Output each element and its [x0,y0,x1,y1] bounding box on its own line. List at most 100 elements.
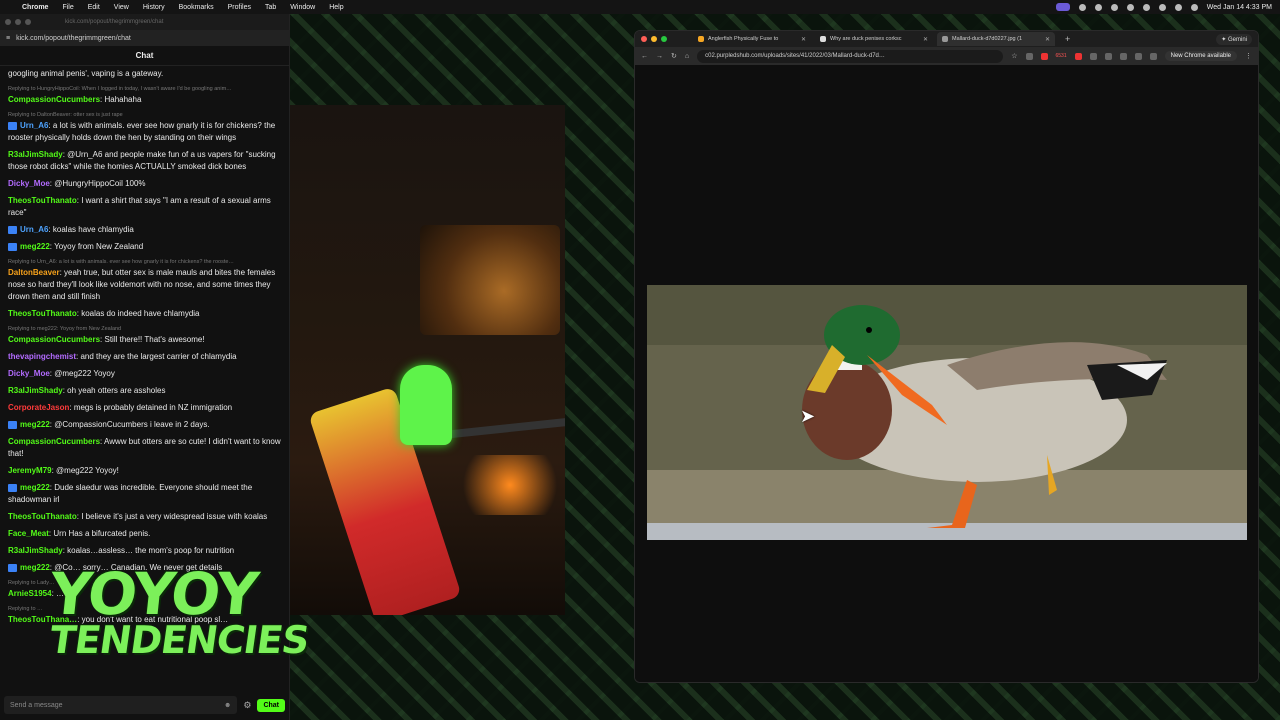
status-icon[interactable] [1094,3,1102,11]
send-chat-button[interactable]: Chat [257,698,285,712]
menubar-profiles[interactable]: Profiles [228,4,251,11]
extension-badge-icon[interactable] [1040,52,1048,60]
menubar-view[interactable]: View [114,4,129,11]
chat-username[interactable]: TheosTouThanato [8,512,77,521]
side-panel-icon[interactable] [1134,52,1142,60]
more-menu-icon[interactable]: ⋮ [1245,52,1252,60]
chat-username[interactable]: Urn_A6 [20,225,48,234]
menubar-app-name[interactable]: Chrome [22,4,48,11]
menubar-edit[interactable]: Edit [88,4,100,11]
chat-username[interactable]: JeremyM79 [8,466,52,475]
chat-message-text: megs is probably detained in NZ immigrat… [73,403,233,412]
chat-username[interactable]: R3alJimShady [8,150,63,159]
home-icon[interactable]: ⌂ [685,53,689,60]
profile-avatar[interactable] [1149,52,1157,60]
chat-message: TheosTouThanato: koalas do indeed have c… [8,308,281,320]
chat-message: CompassionCucumbers: Hahahaha [8,94,281,106]
chat-username[interactable]: CompassionCucumbers [8,437,100,446]
forward-icon[interactable]: → [656,53,663,60]
close-tab-icon[interactable]: ✕ [1045,36,1050,43]
extension-icon[interactable] [1074,52,1082,60]
menubar-clock[interactable]: Wed Jan 14 4:33 PM [1207,4,1272,11]
chat-username[interactable]: Dicky_Moe [8,179,50,188]
subscriber-badge-icon [8,225,17,234]
browser-tab[interactable]: Anglerfish Physically Fuse to ✕ [693,32,811,46]
chat-message: thevapingchemist: and they are the large… [8,351,281,363]
browser-toolbar: ← → ↻ ⌂ c02.purpledshub.com/uploads/site… [635,47,1258,65]
status-icon[interactable] [1110,3,1118,11]
extension-icon[interactable] [1025,52,1033,60]
chat-username[interactable]: meg222 [20,563,50,572]
menubar-help[interactable]: Help [329,4,343,11]
extension-icon[interactable] [1089,52,1097,60]
zoom-window-button[interactable] [25,19,31,25]
chat-username[interactable]: CompassionCucumbers [8,335,100,344]
chat-username[interactable]: meg222 [20,242,50,251]
menubar-window[interactable]: Window [290,4,315,11]
emoji-icon[interactable]: ☻ [224,702,231,709]
chat-message-input[interactable]: Send a message ☻ [4,696,238,714]
status-app-icon[interactable] [1055,3,1070,11]
gear-icon[interactable]: ⚙ [243,700,251,711]
search-icon[interactable] [1174,3,1182,11]
menubar-history[interactable]: History [143,4,165,11]
gemini-button[interactable]: ✦ Gemini [1216,33,1252,45]
chat-username[interactable]: TheosTouThanato [8,196,77,205]
subscriber-badge-icon [8,420,17,429]
status-icon[interactable] [1126,3,1134,11]
control-center-icon[interactable] [1190,3,1198,11]
bookmark-star-icon[interactable]: ☆ [1011,52,1017,60]
chat-username[interactable]: R3alJimShady [8,386,63,395]
chat-username[interactable]: meg222 [20,420,50,429]
puzzle-icon[interactable] [1104,52,1112,60]
update-chrome-button[interactable]: New Chrome available [1164,51,1237,61]
mallard-duck-image[interactable] [647,285,1247,540]
chat-input-placeholder: Send a message [10,701,63,709]
chat-message: meg222: Yoyoy from New Zealand [8,241,281,253]
new-tab-button[interactable]: + [1059,34,1076,44]
minimize-window-button[interactable] [15,19,21,25]
chat-reply-context: Replying to DaltonBeaver: otter sex is j… [8,112,123,118]
chat-message-text: Urn Has a bifurcated penis. [53,529,151,538]
chat-url-bar[interactable]: ≡ kick.com/popout/thegrimmgreen/chat [0,30,289,46]
reload-icon[interactable]: ↻ [671,52,677,60]
chat-username[interactable]: Face_Meat [8,529,49,538]
battery-icon[interactable] [1158,3,1166,11]
zoom-window-button[interactable] [661,36,667,42]
tab-favicon-icon [942,36,948,42]
chat-username[interactable]: CorporateJason [8,403,69,412]
close-window-button[interactable] [641,36,647,42]
wifi-icon[interactable] [1142,3,1150,11]
chat-reply-context: Replying to HungryHippoCoil: When I logg… [8,86,232,92]
chat-username[interactable]: DaltonBeaver [8,268,60,277]
chat-username[interactable]: CompassionCucumbers [8,95,100,104]
browser-tab-active[interactable]: Mallard-duck-d7d0227.jpg (1 ✕ [937,32,1055,46]
back-icon[interactable]: ← [641,53,648,60]
browser-tab[interactable]: Why are duck penises corksc ✕ [815,32,933,46]
menubar-tab[interactable]: Tab [265,4,276,11]
menubar-bookmarks[interactable]: Bookmarks [179,4,214,11]
chat-message: TheosTouThanato: I believe it's just a v… [8,511,281,523]
logo-line-1: YOYOY [46,560,260,628]
minimize-window-button[interactable] [651,36,657,42]
status-icon[interactable] [1078,3,1086,11]
chat-username[interactable]: ArnieS1954 [8,589,52,598]
menubar-file[interactable]: File [62,4,73,11]
chat-username[interactable]: meg222 [20,483,50,492]
chat-username[interactable]: R3alJimShady [8,546,63,555]
history-icon[interactable] [1119,52,1127,60]
webcam-feed [280,105,565,615]
chat-username[interactable]: thevapingchemist [8,352,76,361]
browser-tab-bar: Anglerfish Physically Fuse to ✕ Why are … [635,31,1258,47]
chat-message: CorporateJason: megs is probably detaine… [8,402,281,414]
chat-username[interactable]: Urn_A6 [20,121,48,130]
close-window-button[interactable] [5,19,11,25]
address-bar[interactable]: c02.purpledshub.com/uploads/sites/41/202… [697,49,1004,63]
chat-username[interactable]: TheosTouThanato [8,309,77,318]
close-tab-icon[interactable]: ✕ [923,36,928,43]
close-tab-icon[interactable]: ✕ [801,36,806,43]
chat-message: Urn_A6: koalas have chlamydia [8,224,281,236]
chat-username[interactable]: Dicky_Moe [8,369,50,378]
tune-icon[interactable]: ≡ [6,35,10,42]
chat-message-text: googling animal penis', vaping is a gate… [8,69,164,78]
